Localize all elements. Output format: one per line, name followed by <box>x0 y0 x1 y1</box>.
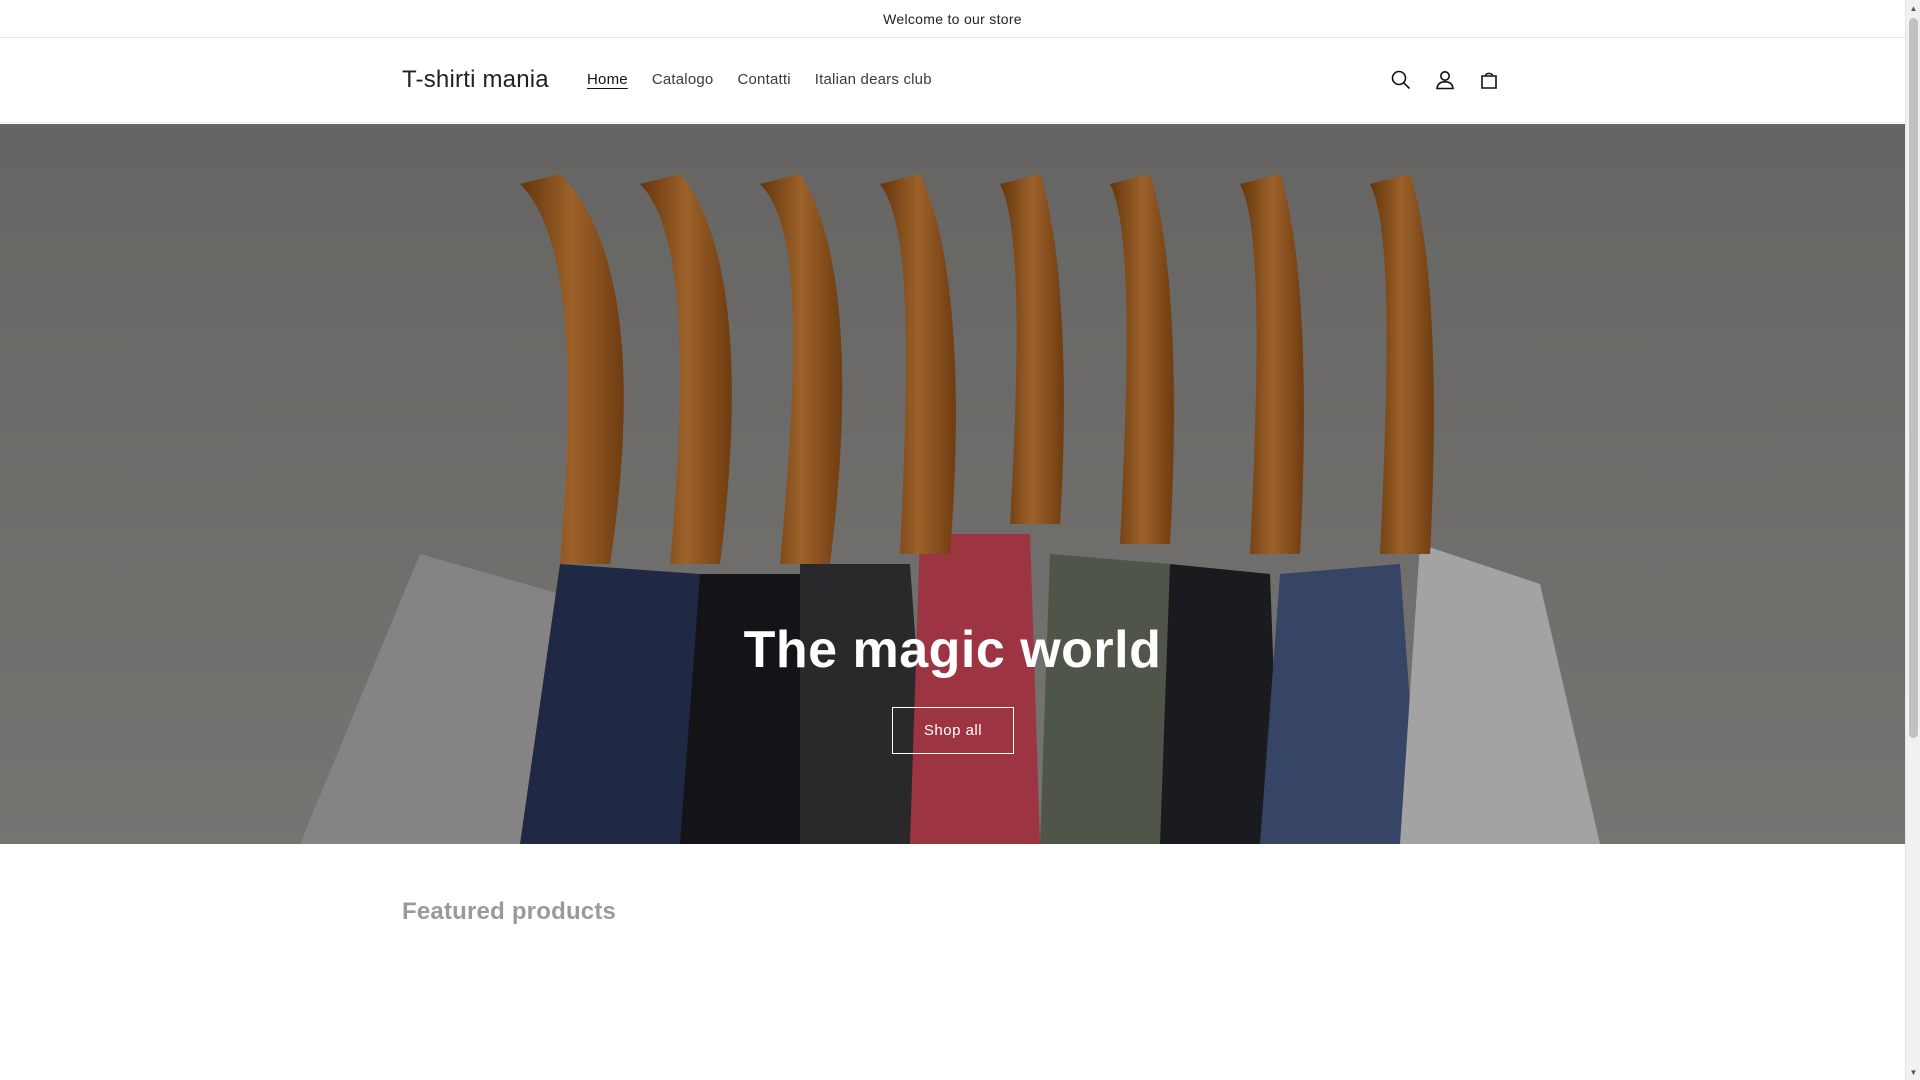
shop-all-button[interactable]: Shop all <box>892 707 1014 754</box>
featured-products-heading: Featured products <box>402 898 617 925</box>
announcement-text: Welcome to our store <box>883 10 1022 27</box>
account-button[interactable] <box>1431 62 1459 98</box>
scroll-down-arrow-icon[interactable]: ▼ <box>1906 1064 1920 1080</box>
announcement-bar: Welcome to our store <box>0 0 1905 38</box>
site-header: T-shirti mania Home Catalogo Contatti It… <box>0 38 1905 123</box>
nav-item-italian-dears-club[interactable]: Italian dears club <box>803 71 944 88</box>
hero-banner: The magic world Shop all <box>0 124 1905 844</box>
brand-logo[interactable]: T-shirti mania <box>402 66 549 94</box>
search-icon <box>1391 70 1411 90</box>
header-icons <box>1387 62 1503 98</box>
nav-item-catalogo[interactable]: Catalogo <box>640 71 726 88</box>
scroll-thumb[interactable] <box>1909 18 1918 738</box>
search-button[interactable] <box>1387 62 1415 98</box>
account-icon <box>1436 71 1454 90</box>
scroll-up-arrow-icon[interactable]: ▲ <box>1906 0 1920 16</box>
hero-title: The magic world <box>743 621 1162 679</box>
cart-icon <box>1481 72 1497 89</box>
main-nav: Home Catalogo Contatti Italian dears clu… <box>575 71 944 88</box>
nav-item-home[interactable]: Home <box>575 71 640 88</box>
cart-button[interactable] <box>1475 62 1503 98</box>
page: Welcome to our store T-shirti mania Home… <box>0 0 1905 1080</box>
nav-item-contatti[interactable]: Contatti <box>725 71 802 88</box>
page-scrollbar[interactable]: ▲ ▼ <box>1905 0 1920 1080</box>
